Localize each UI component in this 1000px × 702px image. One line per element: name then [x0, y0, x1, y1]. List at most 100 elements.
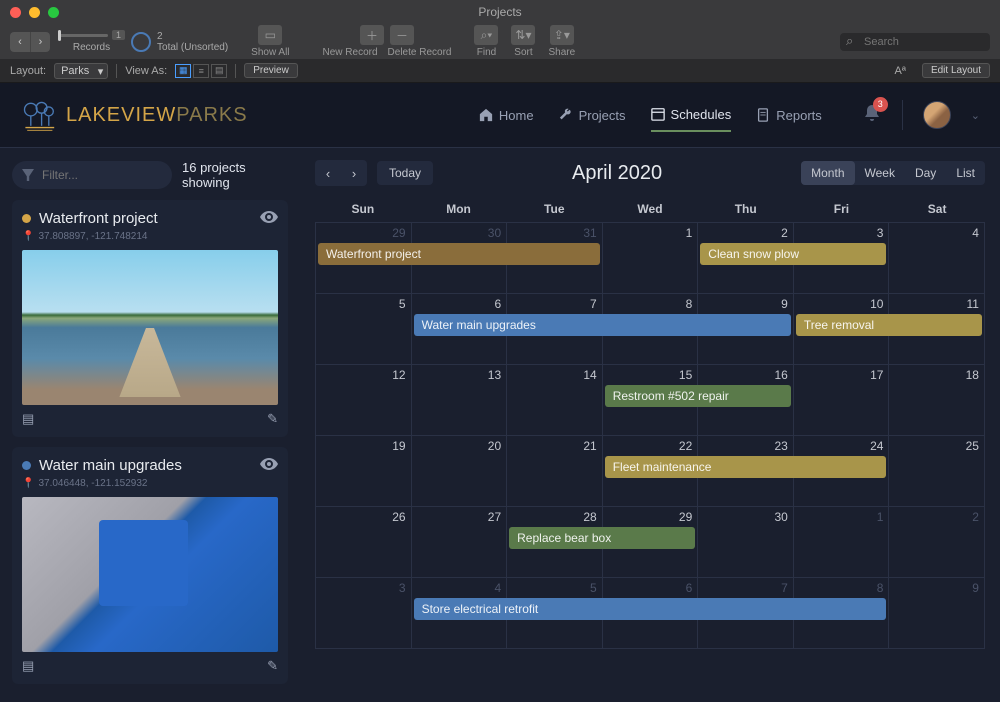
calendar-cell[interactable]: 14 [507, 365, 603, 436]
calendar-cell[interactable]: 19 [316, 436, 412, 507]
view-table-icon[interactable]: ▤ [211, 64, 227, 78]
minimize-window-button[interactable] [29, 7, 40, 18]
preview-button[interactable]: Preview [244, 63, 298, 78]
find-icon[interactable]: ⌕▾ [474, 25, 498, 45]
calendar-cell[interactable]: 5 [316, 294, 412, 365]
calendar-cell[interactable]: 4 [889, 223, 985, 294]
maximize-window-button[interactable] [48, 7, 59, 18]
project-card[interactable]: Water main upgrades 📍37.046448, -121.152… [12, 447, 288, 684]
calendar-cell[interactable]: 22Fleet maintenance [603, 436, 699, 507]
calendar-date: 5 [512, 581, 597, 595]
project-card[interactable]: Waterfront project 📍37.808897, -121.7482… [12, 200, 288, 437]
calendar-cell[interactable]: 4Store electrical retrofit [412, 578, 508, 649]
project-image [22, 250, 278, 405]
layout-select[interactable]: Parks [54, 63, 108, 79]
logo-icon [20, 97, 56, 133]
calendar-cell[interactable]: 1 [603, 223, 699, 294]
back-button[interactable]: ‹ [10, 32, 30, 52]
view-day[interactable]: Day [905, 161, 946, 185]
show-all-icon[interactable]: ▭ [258, 25, 282, 45]
calendar-date: 9 [703, 297, 788, 311]
calendar-cell[interactable]: 10Tree removal [794, 294, 890, 365]
project-coords: 📍37.808897, -121.748214 [22, 231, 278, 242]
calendar-cell[interactable]: 13 [412, 365, 508, 436]
calendar-cell[interactable]: 2 [889, 507, 985, 578]
share-icon[interactable]: ⇪▾ [550, 25, 574, 45]
calendar-date: 19 [321, 439, 406, 453]
notifications-button[interactable]: 3 [862, 103, 882, 128]
calendar-date: 29 [321, 226, 406, 240]
calendar-cell[interactable]: 25 [889, 436, 985, 507]
edit-layout-button[interactable]: Edit Layout [922, 63, 990, 78]
search-input[interactable] [840, 33, 990, 51]
edit-icon[interactable]: ✎ [267, 411, 278, 427]
calendar-cell[interactable]: 2Clean snow plow [698, 223, 794, 294]
calendar-date: 12 [321, 368, 406, 382]
calendar-date: 4 [417, 581, 502, 595]
calendar-date: 2 [703, 226, 788, 240]
view-month[interactable]: Month [801, 161, 854, 185]
calendar-prev-button[interactable]: ‹ [315, 160, 341, 186]
user-avatar[interactable] [923, 101, 951, 129]
calendar-cell[interactable]: 17 [794, 365, 890, 436]
calendar-event[interactable]: Replace bear box [509, 527, 695, 549]
calendar-date: 11 [894, 297, 979, 311]
new-record-label: New Record [323, 47, 378, 58]
calendar-date: 3 [321, 581, 406, 595]
calendar-cell[interactable]: 6Water main upgrades [412, 294, 508, 365]
calendar-event[interactable]: Fleet maintenance [605, 456, 887, 478]
edit-icon[interactable]: ✎ [267, 658, 278, 674]
layers-icon[interactable]: ▤ [22, 658, 34, 674]
calendar-cell[interactable]: 29Waterfront project [316, 223, 412, 294]
view-list[interactable]: List [946, 161, 985, 185]
nav-home[interactable]: Home [479, 100, 534, 131]
calendar-cell[interactable]: 18 [889, 365, 985, 436]
sort-icon[interactable]: ⇅▾ [511, 25, 535, 45]
view-list-icon[interactable]: ≡ [193, 64, 209, 78]
calendar-event[interactable]: Tree removal [796, 314, 982, 336]
calendar-event[interactable]: Waterfront project [318, 243, 600, 265]
calendar-date: 7 [512, 297, 597, 311]
view-week[interactable]: Week [855, 161, 905, 185]
calendar-date: 26 [321, 510, 406, 524]
calendar-cell[interactable]: 26 [316, 507, 412, 578]
visibility-icon[interactable] [260, 210, 278, 227]
forward-button[interactable]: › [30, 32, 50, 52]
calendar-event[interactable]: Store electrical retrofit [414, 598, 887, 620]
calendar-event[interactable]: Water main upgrades [414, 314, 791, 336]
calendar-event[interactable]: Restroom #502 repair [605, 385, 791, 407]
nav-projects[interactable]: Projects [559, 100, 626, 131]
visibility-icon[interactable] [260, 457, 278, 474]
filter-input[interactable] [12, 161, 172, 189]
today-button[interactable]: Today [377, 161, 433, 185]
window-title: Projects [478, 5, 521, 19]
calendar-cell[interactable]: 20 [412, 436, 508, 507]
calendar-date: 1 [608, 226, 693, 240]
calendar-cell[interactable]: 28Replace bear box [507, 507, 603, 578]
calendar-event[interactable]: Clean snow plow [700, 243, 886, 265]
calendar-cell[interactable]: 12 [316, 365, 412, 436]
user-menu-chevron[interactable]: ⌄ [971, 109, 980, 122]
nav-reports[interactable]: Reports [756, 100, 822, 131]
delete-record-icon[interactable]: － [390, 25, 414, 45]
nav-schedules[interactable]: Schedules [651, 99, 732, 132]
calendar-cell[interactable]: 1 [794, 507, 890, 578]
calendar-cell[interactable]: 3 [316, 578, 412, 649]
layers-icon[interactable]: ▤ [22, 411, 34, 427]
calendar-day-header: Wed [602, 196, 698, 222]
records-pie-icon[interactable] [131, 32, 151, 52]
record-slider[interactable] [58, 34, 108, 37]
view-form-icon[interactable]: ▦ [175, 64, 191, 78]
calendar-cell[interactable]: 21 [507, 436, 603, 507]
status-dot [22, 214, 31, 223]
calendar-icon [651, 107, 665, 121]
close-window-button[interactable] [10, 7, 21, 18]
calendar-cell[interactable]: 30 [698, 507, 794, 578]
calendar-cell[interactable]: 9 [889, 578, 985, 649]
calendar-next-button[interactable]: › [341, 160, 367, 186]
new-record-icon[interactable]: ＋ [360, 25, 384, 45]
calendar-cell[interactable]: 27 [412, 507, 508, 578]
text-size-icon[interactable]: Aª [895, 65, 906, 77]
calendar-cell[interactable]: 15Restroom #502 repair [603, 365, 699, 436]
calendar-date: 1 [799, 510, 884, 524]
